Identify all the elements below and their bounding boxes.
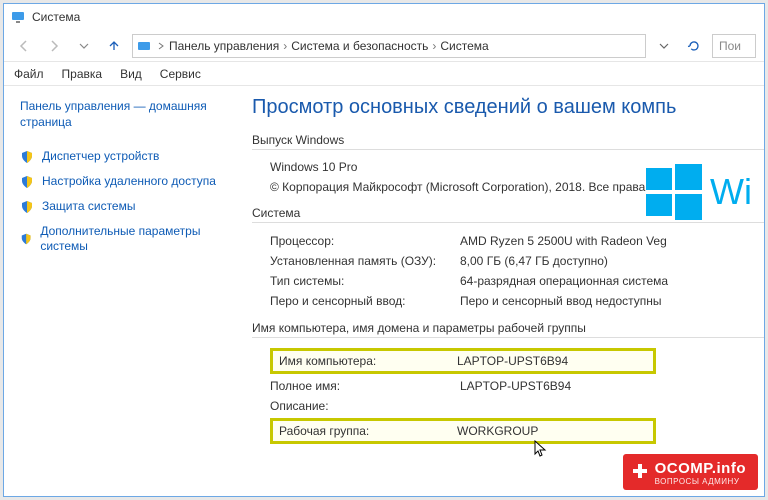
shield-icon: [20, 150, 34, 164]
control-panel-home-link[interactable]: Панель управления — домашняя страница: [20, 98, 220, 130]
breadcrumb-level1[interactable]: Панель управления: [169, 39, 279, 53]
section-windows-edition: Выпуск Windows: [252, 133, 764, 147]
search-input[interactable]: Пои: [712, 34, 756, 58]
row-system-type: Тип системы:64-разрядная операционная си…: [270, 271, 764, 291]
refresh-button[interactable]: [682, 38, 706, 54]
windows-logo-icon: [646, 164, 702, 220]
breadcrumb-level2[interactable]: Система и безопасность: [291, 39, 428, 53]
sidebar-device-manager[interactable]: Диспетчер устройств: [20, 144, 226, 169]
row-full-name: Полное имя:LAPTOP-UPST6B94: [270, 376, 764, 396]
system-icon: [10, 9, 26, 25]
divider: [252, 337, 764, 338]
recent-dropdown[interactable]: [72, 34, 96, 58]
windows-logo-area: Wi: [646, 164, 752, 220]
system-window: Система Панель управления › Система и бе…: [3, 3, 765, 497]
watermark-subtitle: ВОПРОСЫ АДМИНУ: [655, 477, 746, 486]
page-title: Просмотр основных сведений о вашем компь: [252, 96, 764, 119]
highlight-computer-name: Имя компьютера:LAPTOP-UPST6B94: [270, 348, 656, 374]
search-placeholder: Пои: [719, 39, 741, 53]
window-title: Система: [32, 10, 80, 24]
menu-bar: Файл Правка Вид Сервис: [4, 62, 764, 86]
shield-icon: [20, 200, 34, 214]
row-ram: Установленная память (ОЗУ):8,00 ГБ (6,47…: [270, 251, 764, 271]
menu-service[interactable]: Сервис: [160, 67, 201, 81]
plus-icon: [631, 462, 649, 480]
row-workgroup: Рабочая группа:WORKGROUP: [279, 423, 647, 439]
chevron-right-icon: ›: [430, 39, 438, 53]
chevron-right-icon: ›: [281, 39, 289, 53]
row-pen-touch: Перо и сенсорный ввод:Перо и сенсорный в…: [270, 291, 764, 311]
sidebar-item-label: Настройка удаленного доступа: [42, 174, 216, 189]
watermark-title: OCOMP.info: [655, 460, 746, 477]
watermark-badge: OCOMP.info ВОПРОСЫ АДМИНУ: [623, 454, 758, 490]
sidebar-advanced-settings[interactable]: Дополнительные параметры системы: [20, 219, 226, 259]
sidebar-remote-access[interactable]: Настройка удаленного доступа: [20, 169, 226, 194]
content-area: Панель управления — домашняя страница Ди…: [4, 86, 764, 496]
sidebar-item-label: Дополнительные параметры системы: [40, 224, 226, 254]
windows-logo-text: Wi: [710, 171, 752, 213]
row-processor: Процессор:AMD Ryzen 5 2500U with Radeon …: [270, 231, 764, 251]
titlebar: Система: [4, 4, 764, 30]
highlight-workgroup: Рабочая группа:WORKGROUP: [270, 418, 656, 444]
row-computer-name: Имя компьютера:LAPTOP-UPST6B94: [279, 353, 647, 369]
shield-icon: [20, 232, 32, 246]
row-description: Описание:: [270, 396, 764, 416]
cursor-icon: [534, 440, 548, 458]
up-button[interactable]: [102, 34, 126, 58]
sidebar-item-label: Диспетчер устройств: [42, 149, 159, 164]
breadcrumb-bar[interactable]: Панель управления › Система и безопаснос…: [132, 34, 646, 58]
divider: [252, 222, 764, 223]
menu-view[interactable]: Вид: [120, 67, 142, 81]
menu-file[interactable]: Файл: [14, 67, 44, 81]
section-computer-name: Имя компьютера, имя домена и параметры р…: [252, 321, 764, 335]
shield-icon: [20, 175, 34, 189]
main-panel: Просмотр основных сведений о вашем компь…: [234, 86, 764, 496]
sidebar-system-protection[interactable]: Защита системы: [20, 194, 226, 219]
back-button[interactable]: [12, 34, 36, 58]
breadcrumb-level3[interactable]: Система: [440, 39, 488, 53]
forward-button[interactable]: [42, 34, 66, 58]
sidebar: Панель управления — домашняя страница Ди…: [4, 86, 234, 496]
sidebar-item-label: Защита системы: [42, 199, 135, 214]
breadcrumb-root-icon[interactable]: [137, 39, 165, 53]
nav-toolbar: Панель управления › Система и безопаснос…: [4, 30, 764, 62]
menu-edit[interactable]: Правка: [62, 67, 103, 81]
divider: [252, 149, 764, 150]
history-dropdown[interactable]: [652, 34, 676, 58]
